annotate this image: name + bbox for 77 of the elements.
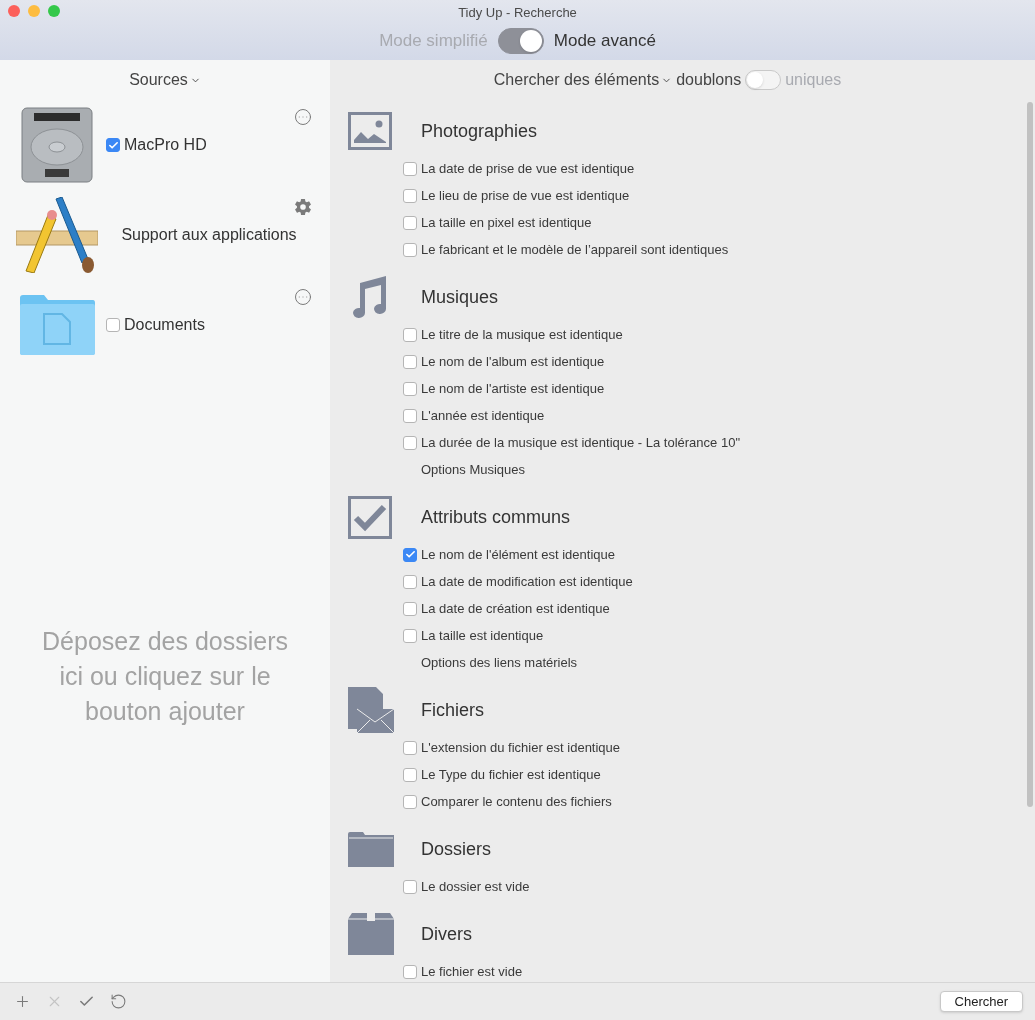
checkbox[interactable] — [403, 879, 417, 894]
checkbox[interactable] — [403, 161, 417, 176]
option-label: Le fichier est vide — [421, 962, 523, 981]
unique-label: uniques — [785, 70, 842, 90]
drop-hint: Déposez des dossiers ici ou cliquez sur le bouton ajouter — [41, 625, 289, 727]
checkbox[interactable] — [106, 318, 120, 332]
section-title: Photographies — [421, 119, 538, 143]
option-label: Comparer le contenu des fichiers — [421, 792, 612, 811]
checkbox[interactable] — [403, 628, 417, 643]
mode-label: Mode simplifié — [379, 29, 488, 52]
checkbox[interactable] — [403, 408, 417, 423]
sources-dropdown[interactable]: Sources — [129, 68, 201, 92]
options-link[interactable]: Options Musiques — [421, 459, 526, 480]
option-label: Le nom de l'album est identique — [421, 352, 605, 371]
source-label: Documents — [124, 315, 205, 335]
checkbox[interactable] — [403, 574, 417, 589]
duplicates-label: doublons — [676, 70, 742, 90]
checkbox[interactable] — [403, 740, 417, 755]
search-dropdown[interactable]: Chercher des éléments — [493, 68, 673, 92]
toggle-switch[interactable] — [745, 70, 782, 90]
mode-label: Mode avancé — [553, 29, 656, 52]
folder-icon — [348, 831, 394, 867]
option-label: Le titre de la musique est identique — [421, 325, 623, 344]
scrollbar[interactable] — [1027, 102, 1033, 807]
window-title: Tidy Up - Recherche — [458, 4, 577, 22]
checkbox[interactable] — [403, 381, 417, 396]
option-label: L'extension du fichier est identique — [421, 738, 621, 757]
option-label: La date de modification est identique — [421, 572, 633, 591]
more-icon[interactable] — [294, 288, 312, 306]
checkbox[interactable] — [403, 242, 417, 257]
undo-button[interactable] — [108, 991, 128, 1012]
checkbox[interactable] — [403, 188, 417, 203]
option-label: La taille en pixel est identique — [421, 213, 592, 232]
toggle-switch[interactable] — [497, 27, 544, 54]
checkbox[interactable] — [403, 767, 417, 782]
option-label: Le dossier est vide — [421, 877, 530, 896]
option-label: La date de création est identique — [421, 599, 610, 618]
checkbox[interactable] — [403, 435, 417, 450]
option-label: Le nom de l'artiste est identique — [421, 379, 605, 398]
section-title: Fichiers — [421, 698, 484, 722]
pencil-ruler-brush-icon — [16, 197, 98, 273]
source-label: Support aux applications — [120, 225, 298, 245]
option-label: Le nom de l'élément est identique — [421, 545, 615, 564]
search-button[interactable]: Chercher — [939, 991, 1023, 1012]
section-title: Dossiers — [421, 837, 491, 861]
section-title: Attributs communs — [421, 505, 571, 529]
checkbox[interactable] — [403, 547, 417, 562]
undo-icon — [109, 993, 127, 1010]
option-label: La taille est identique — [421, 626, 544, 645]
section-title: Musiques — [421, 285, 499, 309]
settings-icon[interactable] — [294, 198, 312, 216]
box-icon — [348, 913, 394, 955]
checkbox[interactable] — [403, 327, 417, 342]
more-icon[interactable] — [294, 108, 312, 126]
checked-box-icon — [348, 495, 392, 539]
hard-drive-icon — [20, 107, 94, 183]
option-label: Le Type du fichier est identique — [421, 765, 601, 784]
picture-icon — [348, 112, 392, 150]
checkbox[interactable] — [403, 794, 417, 809]
section-title: Divers — [421, 922, 472, 946]
option-label: L'année est identique — [421, 406, 545, 425]
folder-icon — [18, 294, 96, 356]
checkbox[interactable] — [403, 601, 417, 616]
checkbox[interactable] — [403, 215, 417, 230]
option-label: La date de prise de vue est identique — [421, 159, 635, 178]
document-envelope-icon — [348, 686, 395, 734]
options-link[interactable]: Options des liens matériels — [421, 652, 578, 673]
checkbox[interactable] — [403, 964, 417, 979]
option-label: La durée de la musique est identique - La tolérance 10" — [421, 433, 740, 452]
option-label: Le lieu de prise de vue est identique — [421, 186, 630, 205]
option-label: Le fabricant et le modèle de l’appareil sont identiques — [421, 240, 729, 259]
minimize-button[interactable] — [28, 5, 40, 17]
checkbox[interactable] — [106, 138, 120, 152]
source-label: MacPro HD — [124, 135, 207, 155]
close-button[interactable] — [8, 5, 20, 17]
zoom-button[interactable] — [48, 5, 60, 17]
checkbox[interactable] — [403, 354, 417, 369]
